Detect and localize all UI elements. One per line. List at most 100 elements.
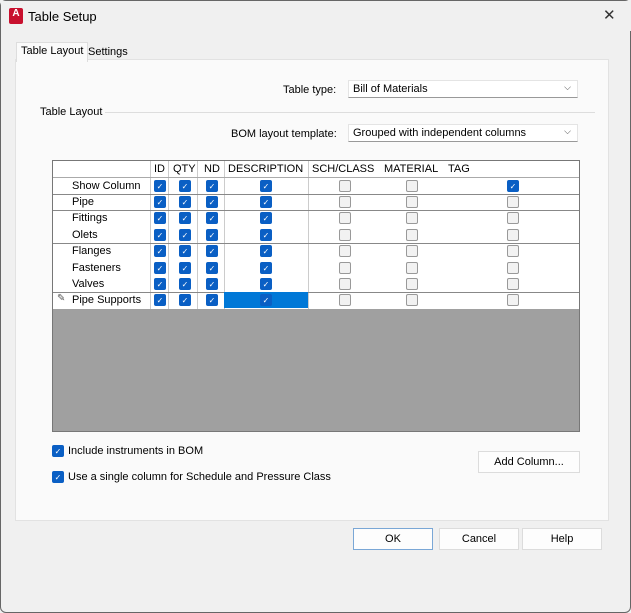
chevron-down-icon: ⌵ [564,82,571,92]
grid-checkbox[interactable] [406,229,418,241]
column-header-material: MATERIAL [384,163,439,175]
grid-checkbox[interactable]: ✓ [154,262,166,274]
grid-checkbox[interactable] [406,294,418,306]
column-divider [308,161,309,309]
grid-checkbox[interactable] [339,180,351,192]
grid-checkbox[interactable] [339,196,351,208]
header-divider [53,177,579,178]
pencil-icon: ✎ [57,293,66,304]
bom-grid: ID QTY ND DESCRIPTION SCH/CLASS MATERIAL TAG Sh… [52,160,580,432]
row-label: Valves [72,278,105,290]
grid-checkbox[interactable]: ✓ [260,196,272,208]
chevron-down-icon: ⌵ [564,126,571,136]
grid-checkbox[interactable]: ✓ [260,294,272,306]
grid-rows-area: ID QTY ND DESCRIPTION SCH/CLASS MATERIAL TAG Sh… [53,161,579,309]
grid-checkbox[interactable]: ✓ [154,212,166,224]
grid-checkbox[interactable] [507,278,519,290]
single-column-checkbox[interactable]: ✓ [52,471,64,483]
grid-checkbox[interactable] [507,294,519,306]
column-divider [224,161,225,309]
grid-checkbox[interactable]: ✓ [260,180,272,192]
grid-checkbox[interactable]: ✓ [154,294,166,306]
ok-button[interactable]: OK [353,528,433,550]
grid-checkbox[interactable]: ✓ [260,278,272,290]
grid-checkbox[interactable] [406,180,418,192]
table-type-select[interactable]: Bill of Materials ⌵ [348,80,578,98]
row-label: Pipe [72,196,95,208]
cancel-button[interactable]: Cancel [439,528,519,550]
grid-checkbox[interactable]: ✓ [154,180,166,192]
bom-template-select[interactable]: Grouped with independent columns ⌵ [348,124,578,142]
grid-checkbox[interactable]: ✓ [206,262,218,274]
close-icon[interactable]: ✕ [603,6,616,24]
grid-checkbox[interactable]: ✓ [206,245,218,257]
grid-checkbox[interactable] [406,278,418,290]
include-instruments-checkbox[interactable]: ✓ [52,445,64,457]
grid-checkbox[interactable]: ✓ [507,180,519,192]
bom-template-value: Grouped with independent columns [353,127,527,139]
grid-checkbox[interactable] [406,212,418,224]
add-column-button[interactable]: Add Column... [478,451,580,473]
grid-checkbox[interactable] [507,212,519,224]
grid-checkbox[interactable] [507,196,519,208]
grid-checkbox[interactable] [339,245,351,257]
column-header-description: DESCRIPTION [228,163,304,175]
group-divider [105,112,595,113]
tab-table-layout[interactable]: Table Layout [16,42,89,62]
grid-checkbox[interactable] [339,229,351,241]
grid-checkbox[interactable]: ✓ [179,278,191,290]
window-title: Table Setup [28,9,97,24]
grid-checkbox[interactable]: ✓ [154,245,166,257]
grid-checkbox[interactable] [339,278,351,290]
column-header-id: ID [154,163,165,175]
group-title: Table Layout [40,106,103,118]
row-divider [53,243,579,244]
grid-checkbox[interactable] [339,262,351,274]
grid-checkbox[interactable] [507,229,519,241]
table-type-label: Table type: [283,84,337,96]
row-divider [53,292,579,293]
grid-checkbox[interactable]: ✓ [179,180,191,192]
grid-checkbox[interactable]: ✓ [154,229,166,241]
row-label: Fasteners [72,262,121,274]
grid-checkbox[interactable]: ✓ [179,245,191,257]
grid-checkbox[interactable] [406,262,418,274]
grid-checkbox[interactable]: ✓ [260,212,272,224]
grid-checkbox[interactable]: ✓ [206,180,218,192]
autocad-app-icon: A [9,8,23,24]
grid-checkbox[interactable] [339,294,351,306]
column-divider [197,161,198,309]
grid-checkbox[interactable] [406,245,418,257]
grid-checkbox[interactable] [507,245,519,257]
grid-checkbox[interactable]: ✓ [206,212,218,224]
grid-checkbox[interactable]: ✓ [206,278,218,290]
grid-checkbox[interactable]: ✓ [260,229,272,241]
column-divider [150,161,151,309]
include-instruments-label: Include instruments in BOM [68,445,204,457]
grid-checkbox[interactable]: ✓ [206,229,218,241]
column-divider [168,161,169,309]
grid-checkbox[interactable]: ✓ [260,262,272,274]
single-column-label: Use a single column for Schedule and Pre… [68,471,331,483]
grid-checkbox[interactable]: ✓ [179,212,191,224]
tab-settings[interactable]: Settings [84,44,132,62]
grid-checkbox[interactable]: ✓ [206,196,218,208]
grid-checkbox[interactable]: ✓ [154,196,166,208]
grid-checkbox[interactable]: ✓ [179,262,191,274]
grid-checkbox[interactable]: ✓ [260,245,272,257]
column-header-tag: TAG [448,163,470,175]
grid-checkbox[interactable]: ✓ [179,294,191,306]
grid-checkbox[interactable]: ✓ [206,294,218,306]
grid-checkbox[interactable]: ✓ [154,278,166,290]
column-header-nd: ND [204,163,220,175]
grid-checkbox[interactable]: ✓ [179,196,191,208]
grid-checkbox[interactable] [507,262,519,274]
grid-checkbox[interactable]: ✓ [179,229,191,241]
help-button[interactable]: Help [522,528,602,550]
row-divider [53,194,579,195]
bom-template-label: BOM layout template: [231,128,337,140]
column-header-qty: QTY [173,163,196,175]
grid-checkbox[interactable] [339,212,351,224]
row-label: Pipe Supports [72,294,142,306]
grid-checkbox[interactable] [406,196,418,208]
